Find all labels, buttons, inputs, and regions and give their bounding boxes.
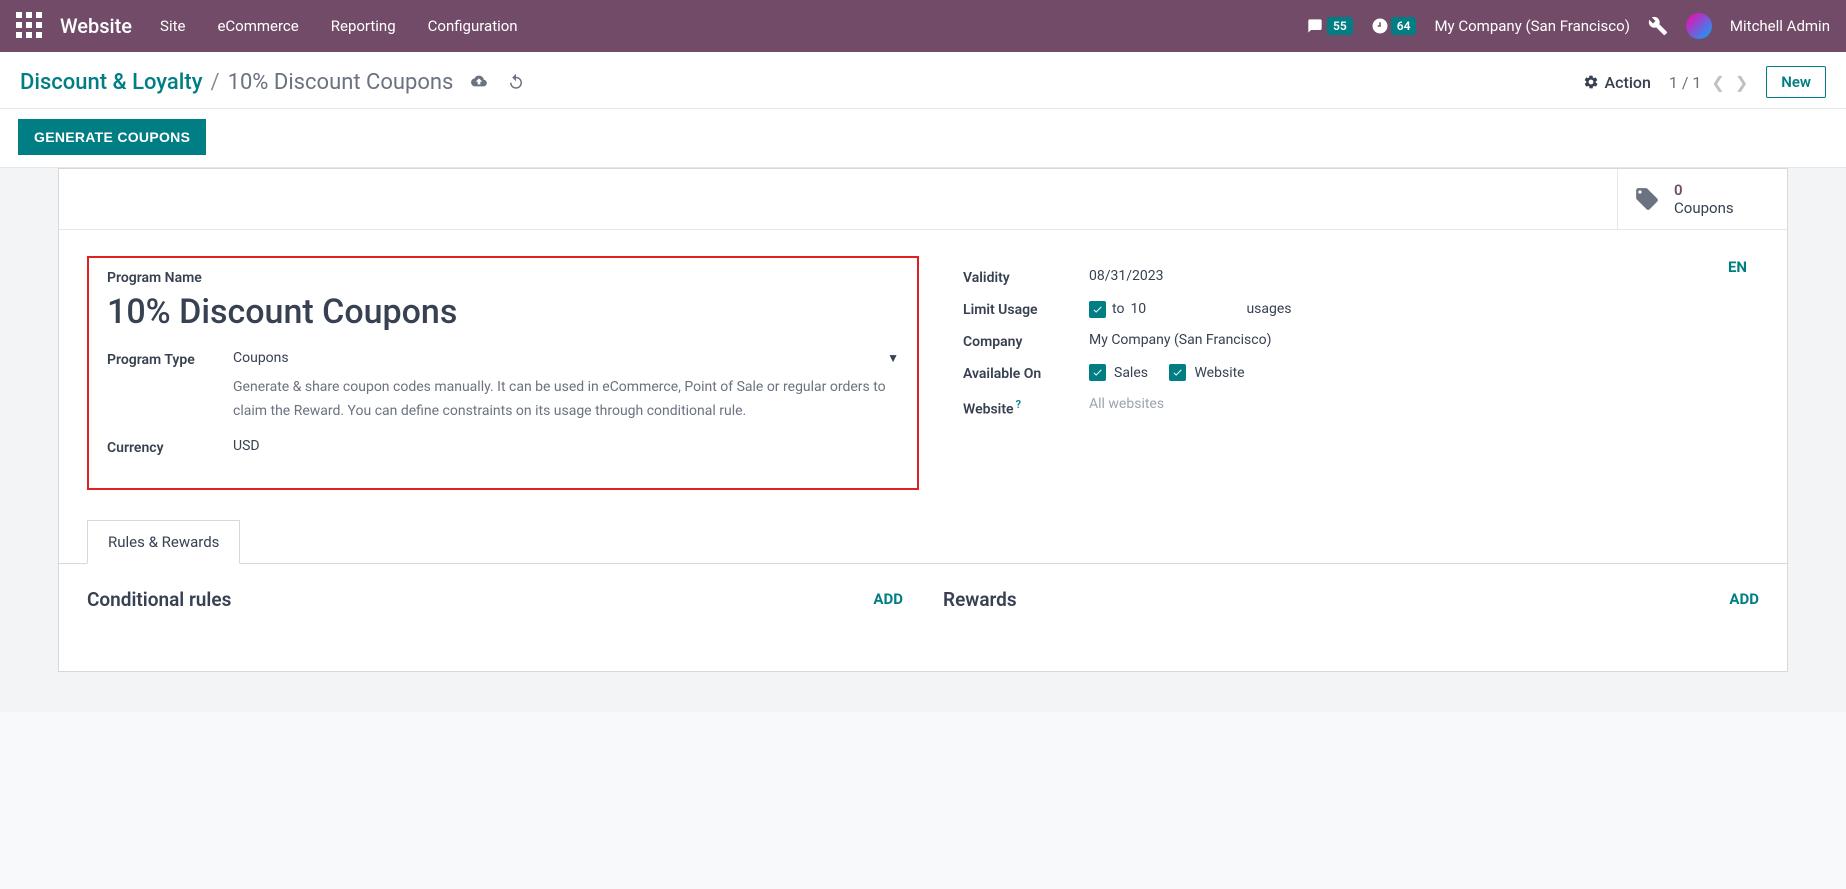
website-field[interactable]: All websites <box>1089 396 1755 418</box>
tab-bar: Rules & Rewards <box>59 520 1787 564</box>
chevron-down-icon: ▼ <box>887 351 899 365</box>
apps-icon[interactable] <box>16 12 44 40</box>
tab-rules-rewards[interactable]: Rules & Rewards <box>87 520 240 564</box>
button-bar: GENERATE COUPONS <box>0 109 1846 168</box>
limit-usage-checkbox[interactable] <box>1089 301 1106 318</box>
limit-to-text: to <box>1112 301 1124 317</box>
cloud-save-icon[interactable] <box>469 73 489 91</box>
pager: 1 / 1 ❮ ❯ <box>1669 73 1748 92</box>
nav-item-ecommerce[interactable]: eCommerce <box>217 17 298 35</box>
limit-usage-label: Limit Usage <box>963 300 1089 318</box>
user-avatar[interactable] <box>1686 13 1712 39</box>
stat-bar: 0 Coupons <box>59 169 1787 230</box>
pager-prev[interactable]: ❮ <box>1711 73 1724 92</box>
coupons-label: Coupons <box>1674 199 1734 217</box>
action-label: Action <box>1605 73 1651 92</box>
add-reward-button[interactable]: ADD <box>1729 590 1759 608</box>
clock-icon <box>1371 17 1389 35</box>
add-rule-button[interactable]: ADD <box>873 590 903 608</box>
nav-item-configuration[interactable]: Configuration <box>428 17 518 35</box>
generate-coupons-button[interactable]: GENERATE COUPONS <box>18 119 206 155</box>
nav-item-reporting[interactable]: Reporting <box>331 17 396 35</box>
lang-badge[interactable]: EN <box>1728 258 1747 276</box>
program-type-select[interactable]: Coupons ▼ <box>233 350 899 366</box>
breadcrumb-separator: / <box>211 70 220 95</box>
activities-button[interactable]: 64 <box>1371 17 1417 35</box>
avail-website-label: Website <box>1194 365 1244 381</box>
messages-count: 55 <box>1327 17 1353 35</box>
chat-icon <box>1305 18 1325 34</box>
program-type-help: Generate & share coupon codes manually. … <box>233 376 899 424</box>
action-menu[interactable]: Action <box>1583 73 1651 92</box>
top-navbar: Website Site eCommerce Reporting Configu… <box>0 0 1846 52</box>
company-label: Company <box>963 332 1089 350</box>
gear-icon <box>1583 74 1599 90</box>
discard-icon[interactable] <box>507 73 525 91</box>
tag-icon <box>1634 186 1660 212</box>
avail-website-checkbox[interactable] <box>1169 364 1186 381</box>
user-name[interactable]: Mitchell Admin <box>1730 17 1830 35</box>
program-type-label: Program Type <box>107 350 233 368</box>
nav-menu: Site eCommerce Reporting Configuration <box>160 17 518 35</box>
left-column-highlight: Program Name 10% Discount Coupons Progra… <box>87 256 919 490</box>
company-field[interactable]: My Company (San Francisco) <box>1089 332 1755 350</box>
avail-sales-label: Sales <box>1114 365 1148 381</box>
app-brand[interactable]: Website <box>60 14 132 38</box>
breadcrumb-current: 10% Discount Coupons <box>228 70 454 95</box>
coupons-stat-button[interactable]: 0 Coupons <box>1617 169 1787 229</box>
pager-text[interactable]: 1 / 1 <box>1669 73 1702 92</box>
debug-tools-icon[interactable] <box>1648 16 1668 36</box>
currency-field[interactable]: USD <box>233 438 899 456</box>
available-on-label: Available On <box>963 364 1089 382</box>
rewards-title: Rewards <box>943 588 1017 611</box>
help-icon[interactable]: ? <box>1016 398 1021 411</box>
validity-label: Validity <box>963 268 1089 286</box>
currency-label: Currency <box>107 438 233 456</box>
new-button[interactable]: New <box>1766 66 1826 98</box>
messages-button[interactable]: 55 <box>1305 17 1353 35</box>
breadcrumb-bar: Discount & Loyalty / 10% Discount Coupon… <box>0 52 1846 109</box>
avail-sales-checkbox[interactable] <box>1089 364 1106 381</box>
validity-field[interactable]: 08/31/2023 <box>1089 268 1755 286</box>
limit-suffix: usages <box>1246 301 1291 317</box>
limit-value-field[interactable]: 10 <box>1130 301 1240 317</box>
nav-item-site[interactable]: Site <box>160 17 185 35</box>
activities-count: 64 <box>1391 17 1417 35</box>
right-column: Validity 08/31/2023 Limit Usage to 10 us… <box>959 256 1759 490</box>
program-name-label: Program Name <box>107 270 899 286</box>
breadcrumb-parent[interactable]: Discount & Loyalty <box>20 70 203 95</box>
form-sheet: 0 Coupons EN Program Name 10% Discount C… <box>58 168 1788 672</box>
program-type-value: Coupons <box>233 350 289 366</box>
program-name-field[interactable]: 10% Discount Coupons <box>107 292 899 332</box>
coupons-count: 0 <box>1674 181 1734 199</box>
company-switcher[interactable]: My Company (San Francisco) <box>1434 17 1629 35</box>
conditional-rules-title: Conditional rules <box>87 588 231 611</box>
pager-next[interactable]: ❯ <box>1735 73 1748 92</box>
website-label: Website? <box>963 396 1089 418</box>
